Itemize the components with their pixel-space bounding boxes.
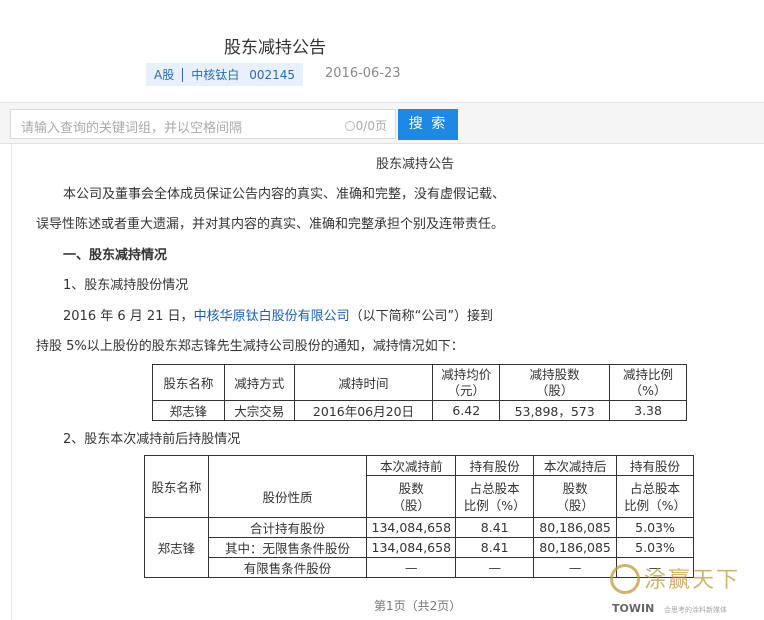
doc-para3: 持股 5%以上股份的股东郑志锋先生减持公司股份的通知，减持情况如下： bbox=[36, 339, 464, 354]
doc-title: 股东减持公告 bbox=[376, 157, 455, 172]
table-cell: 134,084,658 bbox=[366, 537, 457, 558]
company-name: 中核钛白 bbox=[191, 68, 240, 82]
stock-tag[interactable]: A股 中核钛白 002145 bbox=[146, 63, 304, 86]
subsection-1: 1、股东减持股份情况 bbox=[63, 278, 189, 293]
section-heading: 一、股东减持情况 bbox=[63, 248, 168, 263]
table-row: 郑志锋 大宗交易 2016年06月20日 6.42 53,898，573 3.3… bbox=[152, 400, 687, 421]
tag-divider bbox=[182, 67, 184, 82]
subsection-2: 2、股东本次减持前后持股情况 bbox=[63, 432, 241, 447]
page-indicator[interactable]: 第1页（共2页） bbox=[374, 597, 461, 614]
table-cell: 80,186,085 bbox=[533, 517, 618, 538]
search-circle-icon bbox=[344, 121, 355, 131]
search-placeholder: 请输入查询的关键词组，并以空格间隔 bbox=[21, 121, 243, 136]
table-row: 郑志锋 合计持有股份 134,084,658 8.41 80,186,085 5… bbox=[144, 517, 694, 578]
col-sub-pct: 占总股本 比例（%） bbox=[616, 475, 694, 518]
table-cell: 大宗交易 bbox=[223, 400, 295, 421]
table-cell: 合计持有股份 bbox=[207, 517, 368, 538]
page-title: 股东减持公告 bbox=[224, 38, 326, 58]
search-input[interactable]: 请输入查询的关键词组，并以空格间隔 0/0页 bbox=[10, 109, 396, 139]
doc-para2: 2016 年 6 月 21 日，中核华原钛白股份有限公司（以下简称“公司”）接到 bbox=[63, 309, 494, 324]
table-header: 减持时间 bbox=[293, 364, 434, 401]
col-sub-pct: 占总股本 比例（%） bbox=[455, 475, 535, 518]
market-label: A股 bbox=[154, 68, 175, 82]
col-header-hold1: 持有股份 bbox=[455, 455, 535, 476]
table-cell: 8.41 bbox=[455, 517, 535, 538]
watermark-circle-icon bbox=[610, 564, 640, 594]
shareholder-name: 郑志锋 bbox=[144, 517, 209, 578]
doc-para1-line1: 本公司及董事会全体成员保证公告内容的真实、准确和完整，没有虚假记载、 bbox=[63, 187, 506, 202]
table-cell: 6.42 bbox=[432, 400, 501, 421]
table-cell: 郑志锋 bbox=[152, 400, 225, 421]
page-header: 股东减持公告 A股 中核钛白 002145 2016-06-23 bbox=[0, 0, 764, 96]
watermark-slogan: 会思考的涂料新媒体 bbox=[664, 606, 727, 614]
col-header-type: 股份性质 bbox=[207, 475, 368, 518]
search-bar: 请输入查询的关键词组，并以空格间隔 0/0页 搜 索 bbox=[0, 102, 764, 144]
table-cell: 8.41 bbox=[455, 537, 535, 558]
table-cell: 3.38 bbox=[609, 400, 687, 421]
doc-para1-line2: 误导性陈述或者重大遗漏，并对其内容的真实、准确和完整承担个别及连带责任。 bbox=[36, 217, 505, 232]
table-cell: 53,898，573 bbox=[499, 400, 611, 421]
col-header-after: 本次减持后 bbox=[533, 455, 618, 476]
table-cell: — bbox=[455, 557, 535, 578]
table-cell: 134,084,658 bbox=[366, 517, 457, 538]
table-cell: 5.03% bbox=[616, 537, 694, 558]
table-cell: 其中：无限售条件股份 bbox=[207, 537, 368, 558]
table-row: 其中：无限售条件股份 134,084,658 8.41 80,186,085 5… bbox=[145, 537, 694, 558]
company-link[interactable]: 中核华原钛白股份有限公司 bbox=[194, 309, 350, 324]
table-header: 股东名称 bbox=[152, 364, 225, 401]
search-button[interactable]: 搜 索 bbox=[398, 109, 458, 140]
watermark-logo: 涂赢天下 TOWIN 会思考的涂料新媒体 bbox=[604, 560, 764, 620]
col-sub-shares: 股数 （股） bbox=[533, 475, 618, 518]
col-header-name: 股东名称 bbox=[144, 455, 209, 518]
table-cell: — bbox=[366, 557, 457, 578]
stock-code: 002145 bbox=[249, 67, 296, 82]
table-cell: 2016年06月20日 bbox=[293, 400, 434, 421]
document-body: 股东减持公告 本公司及董事会全体成员保证公告内容的真实、准确和完整，没有虚假记载… bbox=[11, 144, 764, 620]
publish-date: 2016-06-23 bbox=[325, 66, 401, 81]
table-header: 减持方式 bbox=[223, 364, 295, 401]
table-header: 减持股数 （股） bbox=[499, 364, 611, 401]
table-cell: 有限售条件股份 bbox=[207, 557, 368, 578]
table-cell: 5.03% bbox=[616, 517, 694, 538]
reduction-table: 股东名称 减持方式 减持时间 减持均价 （元） 减持股数 （股） 减持比例 （%） 郑… bbox=[152, 364, 687, 421]
table-header: 减持比例 （%） bbox=[609, 364, 687, 401]
table-header: 减持均价 （元） bbox=[432, 364, 501, 401]
search-page-count: 0/0页 bbox=[344, 117, 387, 134]
col-sub-shares: 股数 （股） bbox=[366, 475, 457, 518]
table-cell: 80,186,085 bbox=[533, 537, 618, 558]
watermark-brand: TOWIN bbox=[612, 602, 655, 615]
col-header-before: 本次减持前 bbox=[366, 455, 457, 476]
col-header-hold2: 持有股份 bbox=[616, 455, 694, 476]
watermark-title: 涂赢天下 bbox=[644, 568, 741, 593]
